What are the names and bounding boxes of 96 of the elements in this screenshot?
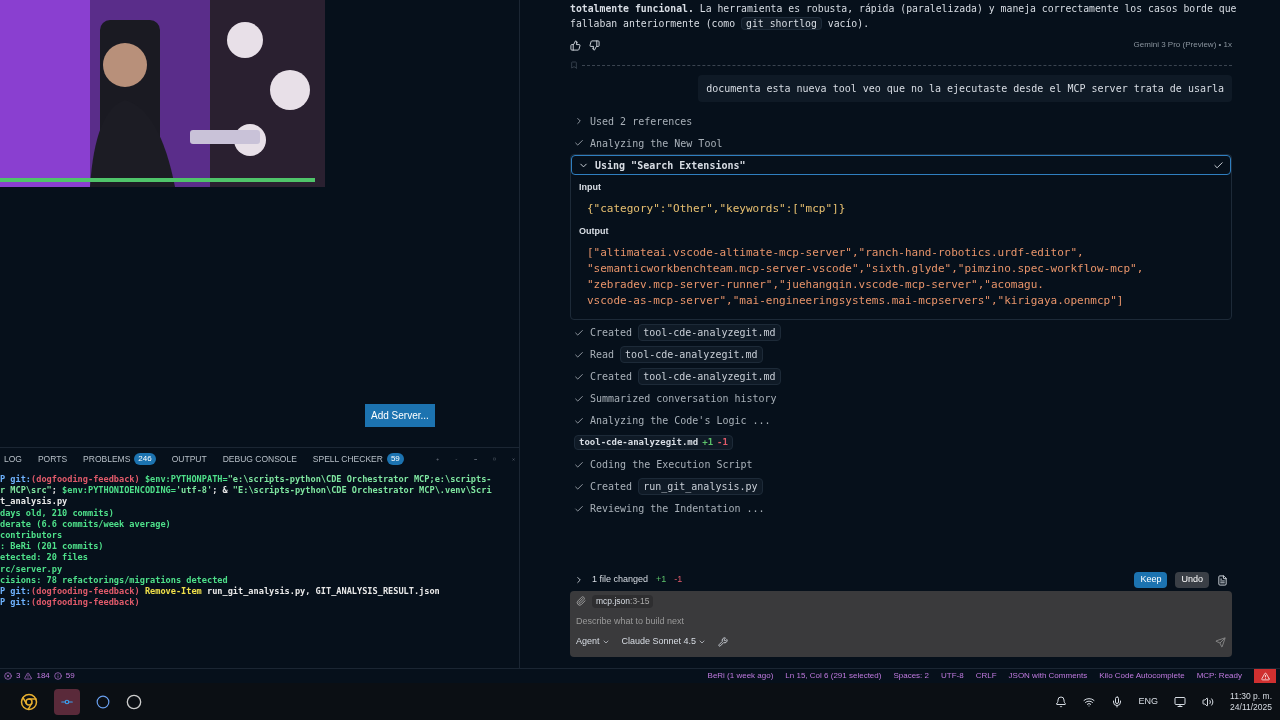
thumbs-up-icon[interactable] [570, 39, 581, 51]
terminal-line: days old, 210 commits) [0, 507, 115, 519]
terminal-line: P git:(dogfooding-feedback) $env:PYTHONPATH="e:\scripts-python\CDE Orchestrator MCP;e:\scripts- [0, 474, 493, 485]
file-chip[interactable]: run_git_analysis.py [638, 478, 763, 495]
check-icon [574, 415, 584, 426]
added-count: +1 [656, 573, 667, 587]
context-chip[interactable]: mcp.json:3-15 [592, 595, 654, 608]
microphone-icon[interactable] [1110, 695, 1123, 708]
input-code-text: {"category":"Other","keywords":["mcp"]} [586, 200, 847, 217]
check-icon [574, 327, 584, 338]
check-icon [574, 393, 584, 404]
file-chip[interactable]: tool-cde-analyzegit.md [638, 324, 781, 341]
file-chip[interactable]: tool-cde-analyzegit.md +1 -1 [574, 434, 733, 451]
keep-button[interactable]: Keep [1134, 572, 1168, 588]
panel-tab[interactable]: OUTPUT [171, 452, 207, 466]
step-text: Summarized conversation history [590, 392, 777, 406]
network-icon[interactable] [1082, 695, 1095, 708]
model-dropdown[interactable]: Claude Sonnet 4.5 [621, 635, 707, 649]
clock[interactable]: 11:30 p. m. 24/11/2025 [1230, 690, 1272, 713]
language-indicator[interactable]: ENG [1138, 694, 1159, 709]
terminal-line: P git:(dogfooding-feedback) [0, 597, 141, 609]
step-text: Read [590, 348, 615, 362]
tool-header[interactable]: Using "Search Extensions" [571, 155, 1231, 175]
panel-tab[interactable]: LOG [4, 452, 22, 466]
panel-tab[interactable]: PORTS [37, 452, 68, 466]
file-chip[interactable]: tool-cde-analyzegit.md [638, 368, 781, 385]
answer-text: vacío). [827, 18, 870, 29]
panel-tab[interactable]: DEBUG CONSOLE [222, 452, 297, 466]
error-icon [4, 672, 12, 680]
volume-icon[interactable] [1202, 695, 1215, 708]
output-code-text: ["altimateai.vscode-altimate-mcp-server","ranch-hand-robotics.urdf-editor", "semanticworkbenchteam.mcp-server-vscode","sixth.glyde","pimzino.spec-workflow-mcp", "zebradev.mcp-server-runner","juehangqin.vscode-mcp-server","acomagu. vscode-as-mcp-server","mai-engineeringsystems.mai-mcpservers","kirigaya.openmcp"] [586, 244, 1145, 309]
send-icon[interactable] [1215, 636, 1226, 648]
terminal-line: rc/server.py [0, 563, 64, 575]
model-label: Gemini 3 Pro (Preview) • 1x [1133, 39, 1232, 51]
user-message: documenta esta nueva tool veo que no la ejecutaste desde el MCP server trata de usarla [698, 75, 1232, 102]
panel-tab[interactable]: SPELL CHECKER 59 [312, 452, 404, 466]
status-item[interactable]: MCP: Ready [1196, 670, 1242, 682]
step-text: Analyzing the Code's Logic ... [590, 414, 771, 428]
check-icon [574, 138, 584, 148]
changes-label[interactable]: 1 file changed [592, 573, 649, 587]
warning-icon [24, 672, 33, 680]
answer-text: totalmente funcional. La herramienta es robusta, rápida (paralelizada) y maneja correctamente los casos borde que [570, 3, 1237, 14]
status-item[interactable]: UTF-8 [941, 670, 964, 682]
add-server-button[interactable]: Add Server... [365, 404, 435, 427]
step-text: Reviewing the Indentation ... [590, 502, 765, 516]
removed-count: -1 [674, 573, 683, 587]
check-icon [574, 371, 584, 382]
check-icon [1213, 159, 1224, 171]
error-count[interactable]: 3 [16, 670, 21, 682]
status-item[interactable]: CRLF [975, 670, 997, 682]
terminal-line: contributors [0, 530, 64, 541]
status-item[interactable]: Spaces: 2 [893, 670, 929, 682]
file-chip[interactable]: tool-cde-analyzegit.md [620, 346, 763, 363]
step-text: Coding the Execution Script [590, 458, 753, 472]
section-label: Input [579, 181, 602, 194]
terminal-line: P git:(dogfooding-feedback) Remove-Item run_git_analysis.py, GIT_ANALYSIS_RESULT.json [0, 586, 441, 597]
check-icon [574, 459, 584, 470]
step-text: Created [590, 326, 633, 340]
terminal-line: derate (6.6 commits/week average) [0, 518, 172, 530]
step-text: Analyzing the New Tool [590, 136, 723, 151]
thumbs-down-icon[interactable] [589, 39, 600, 51]
check-icon [574, 349, 584, 360]
app-icon[interactable] [96, 694, 110, 709]
app-icon[interactable] [126, 693, 142, 710]
chat-input[interactable]: Describe what to build next [576, 614, 1226, 629]
status-item[interactable]: BeRi (1 week ago) [707, 670, 774, 682]
status-item[interactable]: JSON with Comments [1008, 670, 1088, 682]
info-count[interactable]: 59 [65, 670, 75, 682]
answer-text: fallaban anteriormente (como [570, 18, 736, 29]
file-icon[interactable] [1217, 574, 1228, 586]
code-chip: git shortlog [741, 17, 822, 30]
warning-count[interactable]: 184 [36, 670, 50, 682]
terminal-line: etected: 20 files [0, 552, 89, 564]
tools-icon[interactable] [718, 637, 729, 647]
status-item[interactable]: Kilo Code Autocomplete [1099, 670, 1185, 682]
terminal-line: r MCP\src"; $env:PYTHONIOENCODING='utf-8'; & "E:\scripts-python\CDE Orchestrator MCP\.venv\Scri [0, 485, 493, 496]
info-icon [53, 672, 62, 680]
terminal-line: t_analysis.py [0, 496, 69, 508]
terminal-line: cisions: 78 refactorings/migrations detected [0, 574, 229, 586]
check-icon [574, 481, 584, 492]
section-label: Output [579, 225, 610, 238]
panel-tab[interactable]: PROBLEMS 246 [83, 452, 156, 466]
check-icon [574, 503, 584, 514]
step-text: Used 2 references [590, 114, 693, 129]
display-icon[interactable] [1174, 695, 1187, 708]
notification-badge[interactable] [1254, 668, 1276, 684]
step-text: Created [590, 370, 633, 384]
step-text: Created [590, 480, 633, 494]
editor-taskbar-icon[interactable] [54, 688, 80, 715]
undo-button[interactable]: Undo [1175, 572, 1209, 588]
browser-icon[interactable] [20, 692, 38, 711]
status-item[interactable]: Ln 15, Col 6 (291 selected) [785, 670, 882, 682]
terminal-line: : BeRi (201 commits) [0, 541, 105, 552]
attach-icon[interactable] [576, 596, 586, 607]
mode-dropdown[interactable]: Agent [576, 635, 610, 649]
tray-icon[interactable] [1054, 695, 1067, 708]
